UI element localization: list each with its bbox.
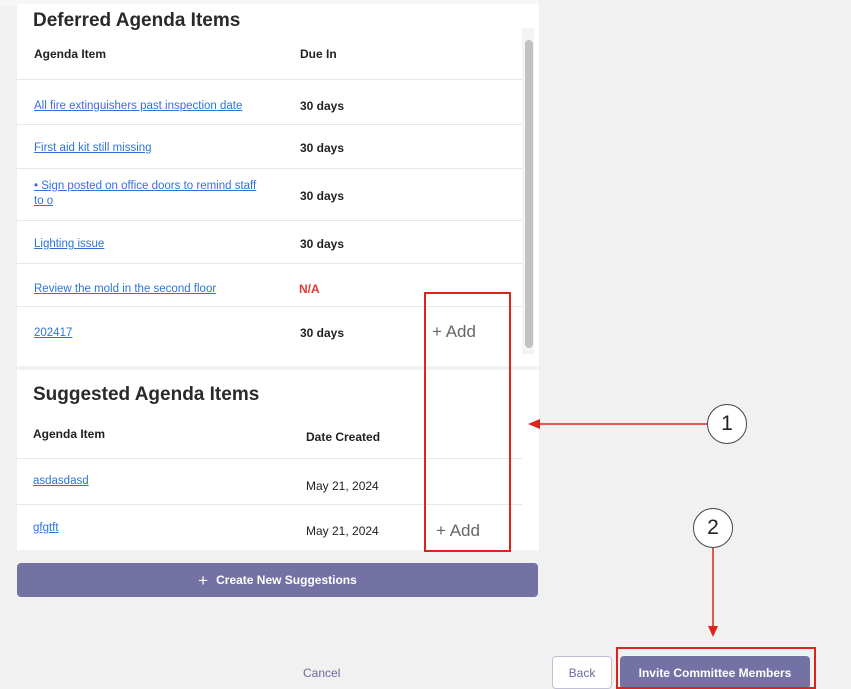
deferred-item-link[interactable]: • Sign posted on office doors to remind …	[34, 179, 256, 209]
scrollbar-thumb[interactable]	[525, 40, 533, 348]
suggested-col-date-created: Date Created	[306, 430, 381, 444]
callout-circle-1: 1	[707, 404, 747, 444]
deferred-item-link[interactable]: All fire extinguishers past inspection d…	[34, 99, 242, 114]
cancel-button[interactable]: Cancel	[303, 666, 340, 680]
deferred-item-line1[interactable]: • Sign posted on office doors to remind …	[34, 179, 256, 194]
deferred-item-link[interactable]: Lighting issue	[34, 237, 104, 252]
callout-circle-2: 2	[693, 508, 733, 548]
divider	[17, 220, 522, 221]
create-new-suggestions-button[interactable]: + Create New Suggestions	[17, 563, 538, 597]
highlight-box-add-column	[424, 292, 511, 552]
suggested-item-link[interactable]: asdasdasd	[33, 474, 89, 489]
deferred-due: 30 days	[300, 189, 345, 203]
divider	[17, 79, 522, 80]
deferred-title: Deferred Agenda Items	[33, 10, 241, 31]
suggested-item-link[interactable]: gfgtft	[33, 521, 59, 536]
suggested-date: May 21, 2024	[306, 479, 379, 493]
deferred-due: 30 days	[300, 99, 345, 113]
divider	[17, 124, 522, 125]
deferred-item-line2[interactable]: to o	[34, 194, 256, 209]
deferred-due-na: N/A	[299, 282, 320, 296]
deferred-due: 30 days	[300, 326, 345, 340]
deferred-due: 30 days	[300, 141, 345, 155]
highlight-box-invite	[616, 647, 816, 689]
deferred-due: 30 days	[300, 237, 345, 251]
back-button[interactable]: Back	[552, 656, 612, 689]
suggested-col-agenda-item: Agenda Item	[33, 427, 106, 441]
deferred-item-link[interactable]: First aid kit still missing	[34, 141, 152, 156]
deferred-item-link[interactable]: Review the mold in the second floor	[34, 282, 216, 297]
right-panel	[538, 0, 851, 689]
create-new-suggestions-label: Create New Suggestions	[216, 573, 357, 587]
deferred-item-link[interactable]: 202417	[34, 326, 72, 341]
deferred-col-due-in: Due In	[300, 47, 337, 61]
deferred-col-agenda-item: Agenda Item	[34, 47, 107, 61]
divider	[17, 168, 522, 169]
divider	[17, 263, 522, 264]
suggested-title: Suggested Agenda Items	[33, 384, 260, 405]
suggested-date: May 21, 2024	[306, 524, 379, 538]
plus-icon: +	[198, 570, 209, 590]
